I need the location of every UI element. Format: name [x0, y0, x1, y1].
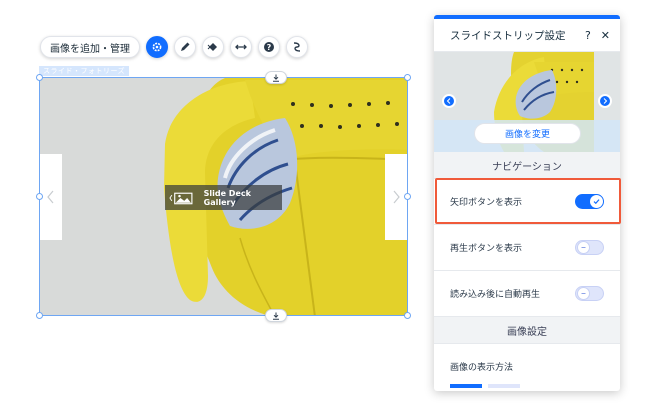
connect-icon [293, 42, 301, 52]
display-method-label: 画像の表示方法 [450, 362, 514, 373]
settings-button[interactable] [146, 36, 168, 58]
autoplay-label: 読み込み後に自動再生 [450, 290, 541, 300]
display-method-row: 画像の表示方法 [434, 344, 620, 388]
chevron-right-icon [393, 190, 400, 204]
gallery-image-icon [169, 192, 193, 204]
toggle-knob [577, 241, 590, 254]
autoplay-row: 読み込み後に自動再生 [434, 271, 620, 317]
minus-icon [581, 293, 586, 294]
show-play-button-toggle[interactable] [575, 240, 604, 255]
bottom-anchor-handle[interactable] [265, 309, 287, 322]
help-icon[interactable]: ? [585, 29, 591, 42]
autoplay-toggle[interactable] [575, 286, 604, 301]
pen-icon [181, 42, 190, 51]
slide-preview: 画像を変更 [434, 52, 620, 152]
stretch-button[interactable] [230, 36, 252, 58]
design-button[interactable] [174, 36, 196, 58]
highlight-annotation [435, 178, 621, 224]
download-icon [273, 74, 279, 82]
component-toolbar: 画像を追加・管理 ? [40, 36, 308, 58]
help-icon: ? [264, 42, 274, 52]
panel-header: スライドストリップ設定 ? ✕ [434, 19, 620, 52]
stretch-icon [235, 44, 247, 50]
resize-handle-bottom-right[interactable] [404, 312, 411, 319]
component-name-tag: スライド・フォトリーズ [39, 66, 130, 76]
resize-handle-bottom-left[interactable] [36, 312, 43, 319]
editor-stage: 画像を追加・管理 ? スライド・フォトリーズ Slide Deck Galler… [0, 0, 660, 408]
add-manage-images-button[interactable]: 画像を追加・管理 [40, 36, 140, 58]
resize-handle-top-right[interactable] [404, 74, 411, 81]
download-icon [273, 312, 279, 320]
panel-title: スライドストリップ設定 [450, 29, 566, 42]
help-button[interactable]: ? [258, 36, 280, 58]
animation-button[interactable] [202, 36, 224, 58]
gallery-type-badge[interactable]: Slide Deck Gallery [165, 185, 282, 210]
gear-icon [152, 42, 162, 52]
preview-prev-arrow[interactable] [442, 94, 456, 108]
show-play-button-row: 再生ボタンを表示 [434, 225, 620, 271]
prev-slide-arrow[interactable] [40, 154, 62, 240]
slideshow-component[interactable]: Slide Deck Gallery [36, 71, 411, 322]
chevron-left-icon [47, 190, 54, 204]
close-icon[interactable]: ✕ [601, 29, 610, 42]
animation-icon [207, 43, 217, 51]
resize-handle-right[interactable] [404, 193, 411, 200]
resize-handle-top-left[interactable] [36, 74, 43, 81]
top-anchor-handle[interactable] [265, 71, 287, 84]
image-settings-section-header: 画像設定 [434, 317, 620, 344]
display-method-option-selected[interactable] [450, 384, 482, 388]
connect-button[interactable] [286, 36, 308, 58]
navigation-section-header: ナビゲーション [434, 152, 620, 179]
gallery-name: Slide Deck Gallery [203, 188, 251, 207]
display-method-option[interactable] [488, 384, 520, 388]
svg-text:?: ? [267, 43, 272, 52]
change-image-button[interactable]: 画像を変更 [474, 123, 581, 144]
show-play-button-label: 再生ボタンを表示 [450, 244, 523, 254]
minus-icon [581, 247, 586, 248]
preview-next-arrow[interactable] [598, 94, 612, 108]
toggle-knob [577, 287, 590, 300]
resize-handle-left[interactable] [36, 193, 43, 200]
chevron-left-icon [446, 98, 451, 104]
chevron-right-icon [603, 98, 608, 104]
